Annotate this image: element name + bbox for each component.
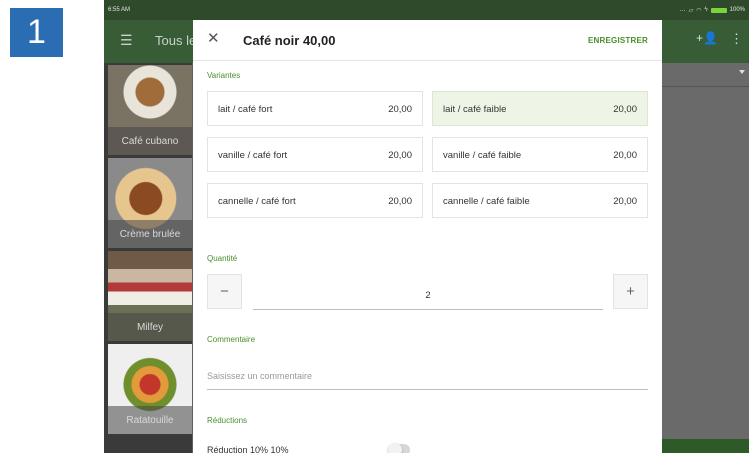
increment-button[interactable]: + (613, 274, 648, 309)
product-options-dialog: ✕ Café noir 40,00 ENREGISTRER Variantes … (193, 20, 662, 453)
quantity-field[interactable]: 2 (253, 287, 603, 310)
toggle-knob (388, 443, 402, 453)
reductions-label: Réductions (207, 416, 248, 425)
variant-name: lait / café fort (218, 104, 273, 115)
variant-option[interactable]: lait / café fort 20,00 (207, 91, 423, 126)
dropdown-caret-icon (739, 70, 745, 74)
checkout-bar[interactable] (661, 439, 749, 453)
variant-name: vanille / café faible (443, 150, 522, 161)
variant-price: 20,00 (388, 196, 412, 207)
reduction-item-label: Réduction 10% 10% (207, 445, 289, 453)
product-tile[interactable]: Café cubano (108, 65, 192, 155)
variant-name: lait / café faible (443, 104, 507, 115)
reduction-toggle[interactable] (388, 443, 410, 453)
product-grid: Café cubano Crème brulée Milfey Ratatoui… (104, 63, 192, 453)
comment-input[interactable] (207, 362, 648, 390)
order-dropdown[interactable] (661, 63, 749, 87)
product-tile-label: Café cubano (108, 127, 192, 155)
product-tile-label: Crème brulée (108, 220, 192, 248)
save-button[interactable]: ENREGISTRER (588, 36, 648, 45)
charging-icon: ϟ (704, 7, 708, 13)
variant-name: cannelle / café fort (218, 196, 296, 207)
more-dots-icon: … (679, 7, 686, 13)
comment-label: Commentaire (207, 335, 256, 344)
menu-icon[interactable]: ☰ (120, 32, 133, 49)
battery-icon (710, 7, 727, 13)
no-sim-icon: ▱ (688, 7, 694, 14)
variant-price: 20,00 (613, 196, 637, 207)
close-icon[interactable]: ✕ (207, 31, 220, 46)
status-icons: … ▱ ◠ ϟ 100% (680, 7, 745, 14)
dialog-title: Café noir 40,00 (243, 33, 336, 48)
variant-price: 20,00 (388, 150, 412, 161)
status-time: 6:55 AM (108, 7, 131, 13)
order-pane-dimmed (661, 63, 749, 453)
variant-name: vanille / café fort (218, 150, 288, 161)
variant-option-selected[interactable]: lait / café faible 20,00 (432, 91, 648, 126)
variant-price: 20,00 (613, 104, 637, 115)
variant-price: 20,00 (613, 150, 637, 161)
variant-option[interactable]: vanille / café faible 20,00 (432, 137, 648, 172)
variant-option[interactable]: cannelle / café fort 20,00 (207, 183, 423, 218)
app-bar-title: Tous le (155, 33, 197, 48)
tablet-screen: 6:55 AM … ▱ ◠ ϟ 100% ☰ Tous le +👤 ⋮ Café… (104, 0, 749, 453)
battery-level: 100% (729, 7, 745, 13)
variants-label: Variantes (207, 71, 241, 80)
variant-option[interactable]: cannelle / café faible 20,00 (432, 183, 648, 218)
product-tile[interactable]: Ratatouille (108, 344, 192, 434)
product-tile-label: Ratatouille (108, 406, 192, 434)
dialog-header: ✕ Café noir 40,00 ENREGISTRER (193, 20, 662, 61)
status-bar: 6:55 AM … ▱ ◠ ϟ 100% (104, 0, 749, 20)
variant-price: 20,00 (388, 104, 412, 115)
product-tile[interactable]: Crème brulée (108, 158, 192, 248)
screenshot-stage: 1 6:55 AM … ▱ ◠ ϟ 100% ☰ Tous le +👤 ⋮ Ca… (0, 0, 749, 453)
variant-option[interactable]: vanille / café fort 20,00 (207, 137, 423, 172)
quantity-label: Quantité (207, 254, 238, 263)
step-number-badge: 1 (10, 8, 63, 57)
wifi-icon: ◠ (696, 7, 702, 14)
decrement-button[interactable]: − (207, 274, 242, 309)
variant-name: cannelle / café faible (443, 196, 530, 207)
product-tile-label: Milfey (108, 313, 192, 341)
add-person-icon[interactable]: +👤 (696, 31, 718, 45)
more-vert-icon[interactable]: ⋮ (730, 31, 743, 47)
product-tile[interactable]: Milfey (108, 251, 192, 341)
